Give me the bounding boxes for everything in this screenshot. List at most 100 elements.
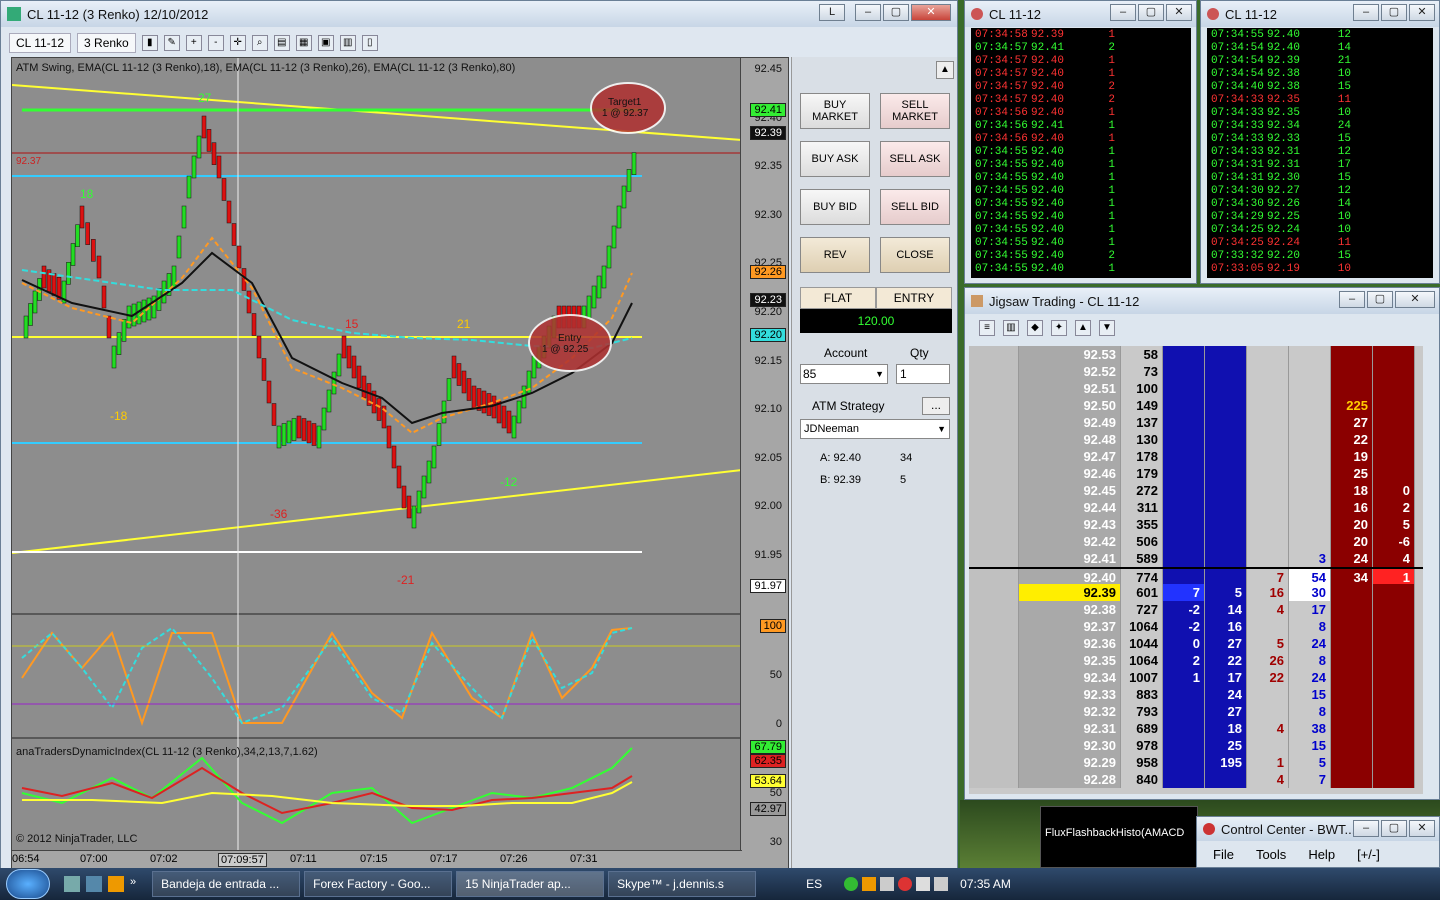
- ts2-list[interactable]: 07:34:55 92.40 12 07:34:54 92.40 14 07:34:54 92…: [1207, 28, 1433, 278]
- close-position-button[interactable]: CLOSE: [880, 237, 950, 273]
- skype-tray-icon[interactable]: [844, 877, 859, 891]
- buy-ask-button[interactable]: BUY ASK: [800, 141, 870, 177]
- ladder-row[interactable]: 92.39 601 7 5 16 30: [969, 584, 1423, 601]
- ladder-row[interactable]: 92.31 689 18 4 38: [969, 720, 1423, 737]
- buy-bid-button[interactable]: BUY BID: [800, 189, 870, 225]
- ts1-list[interactable]: 07:34:58 92.39 1 07:34:57 92.41 2 07:34:57 92.4…: [971, 28, 1191, 278]
- ladder-row[interactable]: 92.42 506 20 -6: [969, 533, 1423, 550]
- ladder-row[interactable]: 92.47 178 19: [969, 448, 1423, 465]
- antivirus-tray-icon[interactable]: [898, 877, 913, 891]
- menu-icon[interactable]: ≡: [979, 320, 995, 336]
- explorer-icon[interactable]: [86, 876, 102, 892]
- qty-stepper[interactable]: 1: [896, 364, 950, 384]
- data-box-icon[interactable]: ▥: [339, 35, 356, 51]
- language-indicator[interactable]: ES: [806, 877, 822, 891]
- zoom-out-icon[interactable]: -: [207, 35, 224, 51]
- cc-titlebar[interactable]: Control Center - BWT... – ▢ ✕: [1197, 817, 1439, 841]
- ladder-row[interactable]: 92.43 355 20 5: [969, 516, 1423, 533]
- crosshair-icon[interactable]: ✛: [229, 35, 246, 51]
- menu-file[interactable]: File: [1213, 847, 1234, 862]
- ladder-row[interactable]: 92.48 130 22: [969, 431, 1423, 448]
- bucket-icon[interactable]: ◆: [1027, 320, 1043, 336]
- maximize-icon[interactable]: ▢: [1381, 820, 1407, 837]
- sell-ask-button[interactable]: SELL ASK: [880, 141, 950, 177]
- ladder-row[interactable]: 92.32 793 27 8: [969, 703, 1423, 720]
- ladder-row[interactable]: 92.30 978 25 15: [969, 737, 1423, 754]
- search-icon[interactable]: ⌕: [251, 35, 268, 51]
- time-axis[interactable]: 06:54 07:00 07:02 07:09:57 07:11 07:15 07:17 07…: [12, 850, 742, 868]
- buy-market-button[interactable]: BUY MARKET: [800, 93, 870, 129]
- atm-more-button[interactable]: ...: [922, 397, 950, 415]
- properties-icon[interactable]: ▯: [361, 35, 378, 51]
- ladder-row[interactable]: 92.29 958 195 1 5: [969, 754, 1423, 771]
- atm-select[interactable]: JDNeeman ▼: [800, 419, 950, 439]
- task-outlook[interactable]: Bandeja de entrada ...: [152, 871, 301, 897]
- ladder-row[interactable]: 92.33 883 24 15: [969, 686, 1423, 703]
- depth-ladder[interactable]: 92.53 58 92.52 73 92.51 100 92.50 149 225 92.49 13…: [969, 346, 1423, 794]
- strategies-icon[interactable]: ▦: [295, 35, 312, 51]
- start-button[interactable]: [6, 869, 50, 899]
- ladder-row[interactable]: 92.49 137 27: [969, 414, 1423, 431]
- maximize-icon[interactable]: ▢: [883, 4, 909, 21]
- columns-icon[interactable]: ▥: [1003, 320, 1019, 336]
- outlook-icon[interactable]: [108, 876, 124, 892]
- reverse-button[interactable]: REV: [800, 237, 870, 273]
- ts1-titlebar[interactable]: CL 11-12 – ▢ ✕: [965, 1, 1196, 27]
- ladder-row[interactable]: 92.36 1044 0 27 5 24: [969, 635, 1423, 652]
- sell-market-button[interactable]: SELL MARKET: [880, 93, 950, 129]
- broom-icon[interactable]: ✦: [1051, 320, 1067, 336]
- ladder-row[interactable]: 92.35 1064 2 22 26 8: [969, 652, 1423, 669]
- candle-style-icon[interactable]: ▮: [141, 35, 158, 51]
- ladder-row[interactable]: 92.38 727 -2 14 4 17: [969, 601, 1423, 618]
- collapse-icon[interactable]: ▲: [936, 61, 954, 79]
- jigsaw-titlebar[interactable]: Jigsaw Trading - CL 11-12 – ▢ ✕: [965, 288, 1439, 314]
- minimize-icon[interactable]: –: [1353, 4, 1379, 21]
- period-select[interactable]: 3 Renko: [77, 33, 136, 53]
- indicators-icon[interactable]: ▤: [273, 35, 290, 51]
- ladder-row[interactable]: 92.50 149 225: [969, 397, 1423, 414]
- task-ninjatrader[interactable]: 15 NinjaTrader ap...: [456, 871, 605, 897]
- chart-titlebar[interactable]: CL 11-12 (3 Renko) 12/10/2012 L – ▢ ✕: [1, 1, 957, 27]
- ladder-row[interactable]: 92.37 1064 -2 16 8: [969, 618, 1423, 635]
- ts2-titlebar[interactable]: CL 11-12 – ▢ ✕: [1201, 1, 1439, 27]
- close-icon[interactable]: ✕: [1395, 291, 1435, 308]
- show-desktop-icon[interactable]: [64, 876, 80, 892]
- volume-tray-icon[interactable]: [934, 877, 949, 891]
- minimize-icon[interactable]: –: [855, 4, 881, 21]
- clock[interactable]: 07:35 AM: [960, 877, 1011, 891]
- sell-bid-button[interactable]: SELL BID: [880, 189, 950, 225]
- close-icon[interactable]: ✕: [911, 4, 951, 21]
- ladder-row[interactable]: 92.44 311 16 2: [969, 499, 1423, 516]
- network-tray-icon[interactable]: [916, 877, 931, 891]
- tool-tray-icon[interactable]: [880, 877, 895, 891]
- ladder-row[interactable]: 92.40 774 7 54 34 1: [969, 567, 1423, 586]
- close-icon[interactable]: ✕: [1166, 4, 1192, 21]
- outlook-tray-icon[interactable]: [862, 877, 877, 891]
- minimize-icon[interactable]: –: [1110, 4, 1136, 21]
- ladder-row[interactable]: 92.45 272 18 0: [969, 482, 1423, 499]
- close-icon[interactable]: ✕: [1409, 820, 1435, 837]
- zoom-in-icon[interactable]: +: [185, 35, 202, 51]
- ladder-row[interactable]: 92.53 58: [969, 346, 1423, 363]
- ladder-row[interactable]: 92.46 179 25: [969, 465, 1423, 482]
- more-icon[interactable]: »: [130, 876, 136, 892]
- close-icon[interactable]: ✕: [1409, 4, 1435, 21]
- maximize-icon[interactable]: ▢: [1367, 291, 1393, 308]
- menu-help[interactable]: Help: [1308, 847, 1335, 862]
- ladder-row[interactable]: 92.34 1007 1 17 22 24: [969, 669, 1423, 686]
- recenter-down-icon[interactable]: ▼: [1099, 320, 1115, 336]
- instrument-select[interactable]: CL 11-12: [9, 33, 72, 53]
- price-axis[interactable]: 92.45 92.40 92.35 92.30 92.25 92.20 92.15 92.10…: [740, 58, 788, 868]
- minimize-icon[interactable]: –: [1353, 820, 1379, 837]
- ladder-row[interactable]: 92.28 840 4 7: [969, 771, 1423, 788]
- ladder-row[interactable]: 92.41 589 3 24 4: [969, 550, 1423, 567]
- trend-line-lower[interactable]: [12, 469, 742, 554]
- task-chrome[interactable]: Forex Factory - Goo...: [304, 871, 453, 897]
- maximize-icon[interactable]: ▢: [1138, 4, 1164, 21]
- ladder-row[interactable]: 92.51 100: [969, 380, 1423, 397]
- pencil-icon[interactable]: ✎: [163, 35, 180, 51]
- price-chart[interactable]: Target1 1 @ 92.37 Entry 1 @ 92.25 92.37 …: [11, 57, 789, 869]
- ladder-row[interactable]: 92.52 73: [969, 363, 1423, 380]
- menu-expand[interactable]: [+/-]: [1357, 847, 1380, 862]
- task-skype[interactable]: Skype™ - j.dennis.s: [608, 871, 757, 897]
